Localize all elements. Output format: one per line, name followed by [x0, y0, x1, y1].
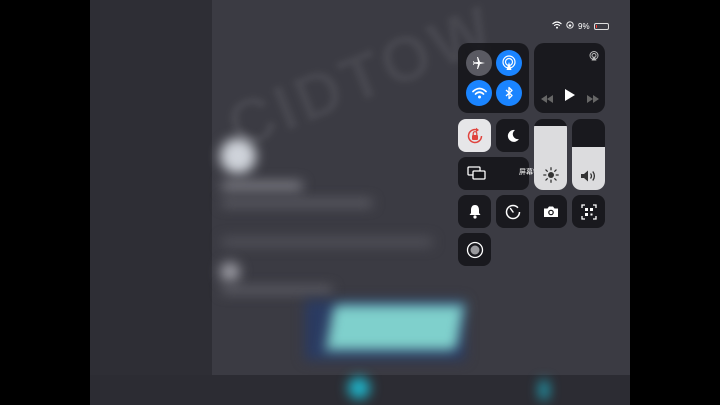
rewind-icon[interactable] — [541, 90, 553, 108]
qr-code-icon — [580, 203, 597, 220]
background-tab-icon — [540, 381, 548, 399]
sun-icon — [542, 167, 559, 183]
bluetooth-toggle[interactable] — [496, 80, 522, 106]
do-not-disturb-toggle[interactable] — [496, 119, 529, 152]
qr-scanner-button[interactable] — [572, 195, 605, 228]
timer-icon — [505, 204, 520, 219]
bluetooth-icon — [505, 86, 513, 100]
background-text — [222, 182, 302, 190]
airplane-icon — [473, 57, 485, 69]
wifi-toggle[interactable] — [466, 80, 492, 106]
wifi-icon — [471, 87, 487, 99]
moon-icon — [507, 129, 519, 142]
screen-mirroring-icon — [467, 166, 487, 185]
background-tab-icon — [348, 377, 370, 399]
brightness-slider[interactable] — [534, 119, 567, 190]
wifi-icon — [552, 21, 562, 31]
orientation-lock-icon — [566, 21, 574, 31]
fast-forward-icon[interactable] — [587, 90, 599, 108]
battery-percent: 9% — [578, 21, 590, 31]
background-avatar — [220, 262, 240, 282]
background-sidebar — [90, 0, 212, 405]
speaker-icon — [580, 170, 595, 182]
background-tab-bar — [90, 375, 630, 405]
volume-slider[interactable] — [572, 119, 605, 190]
screen-recording-button[interactable] — [458, 233, 491, 266]
background-text — [222, 238, 432, 246]
orientation-lock-icon — [467, 127, 482, 143]
play-icon[interactable] — [564, 88, 575, 106]
airplay-icon[interactable] — [589, 48, 599, 66]
record-icon — [466, 241, 483, 258]
bell-button[interactable] — [458, 195, 491, 228]
bell-icon — [469, 205, 480, 219]
background-text — [222, 200, 372, 206]
timer-button[interactable] — [496, 195, 529, 228]
background-avatar — [220, 138, 256, 174]
orientation-lock-toggle[interactable] — [458, 119, 491, 152]
media-panel — [534, 43, 605, 113]
battery-level-fill — [595, 24, 597, 28]
background-text — [222, 287, 332, 293]
airplane-mode-toggle[interactable] — [466, 50, 492, 76]
airdrop-icon — [502, 55, 516, 70]
battery-charging-icon — [593, 22, 609, 30]
status-bar: 9% — [552, 18, 609, 34]
camera-button[interactable] — [534, 195, 567, 228]
background-image — [326, 305, 464, 350]
connectivity-panel — [458, 43, 529, 113]
camera-icon — [543, 206, 558, 217]
airdrop-toggle[interactable] — [496, 50, 522, 76]
